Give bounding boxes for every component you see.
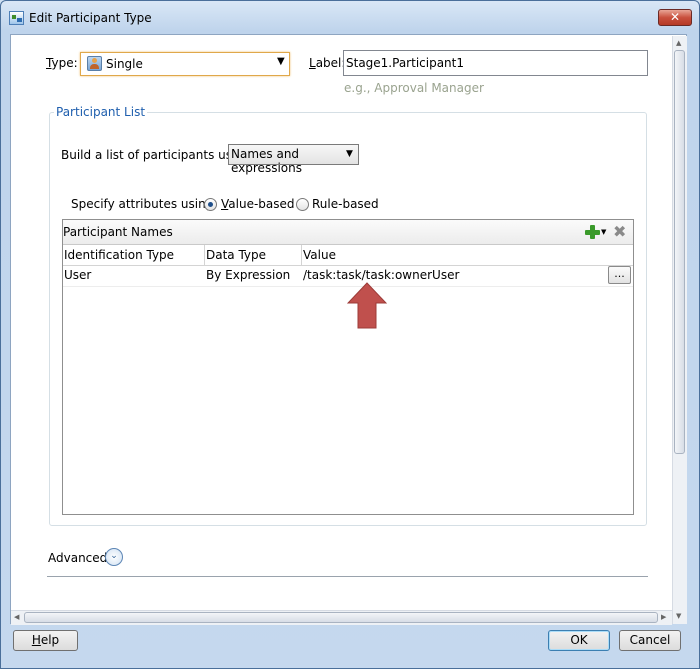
expression-builder-button[interactable]: ...: [608, 266, 631, 284]
scroll-right-icon[interactable]: ▶: [661, 613, 666, 621]
help-button[interactable]: Help: [13, 630, 78, 651]
dialog-title: Edit Participant Type: [29, 11, 152, 25]
column-header-value[interactable]: Value: [302, 245, 633, 265]
vertical-scroll-thumb[interactable]: [674, 50, 685, 454]
close-button[interactable]: ✕: [658, 9, 692, 26]
add-dropdown-caret-icon[interactable]: ▼: [601, 228, 606, 236]
scroll-up-icon[interactable]: ▲: [676, 39, 681, 47]
build-list-label: Build a list of participants using:: [61, 148, 255, 162]
cell-identification-type: User: [64, 268, 92, 282]
chevron-down-icon: ▼: [277, 56, 285, 67]
delete-icon[interactable]: ✖: [613, 223, 626, 240]
participant-names-title: Participant Names: [63, 225, 173, 239]
ok-button[interactable]: OK: [548, 630, 610, 651]
table-header: Identification Type Data Type Value: [63, 245, 633, 266]
participant-names-header: Participant Names ▼ ✖: [63, 220, 633, 245]
title-bar[interactable]: Edit Participant Type ✕: [1, 1, 699, 35]
specify-attributes-label: Specify attributes using:: [71, 197, 218, 211]
chevron-down-icon: ▼: [346, 149, 353, 159]
vertical-scrollbar[interactable]: ▲ ▼: [672, 36, 687, 624]
rule-based-radio[interactable]: [296, 198, 309, 211]
scroll-down-icon[interactable]: ▼: [676, 612, 681, 620]
column-header-identification-type[interactable]: Identification Type: [63, 245, 205, 265]
value-based-radio[interactable]: [204, 198, 217, 211]
participant-names-panel: Participant Names ▼ ✖ Identification Typ…: [62, 219, 634, 515]
horizontal-scroll-thumb[interactable]: [24, 612, 658, 623]
participant-list-title: Participant List: [54, 105, 148, 119]
person-icon: [87, 56, 102, 71]
type-label: Type:: [46, 56, 78, 70]
type-select[interactable]: Single ▼: [80, 52, 290, 76]
label-hint: e.g., Approval Manager: [344, 81, 484, 95]
app-icon: [9, 11, 24, 25]
expand-chevron-icon[interactable]: ⌄: [105, 548, 123, 566]
add-icon[interactable]: [584, 223, 602, 241]
cell-data-type: By Expression: [206, 268, 291, 282]
value-based-label[interactable]: Value-based: [221, 197, 295, 211]
column-header-data-type[interactable]: Data Type: [205, 245, 302, 265]
label-label: Label:: [309, 56, 346, 70]
advanced-label: Advanced:: [48, 551, 112, 565]
rule-based-label[interactable]: Rule-based: [312, 197, 379, 211]
label-input[interactable]: Stage1.Participant1: [343, 50, 648, 76]
build-list-select-value: Names and expressions: [231, 147, 302, 175]
advanced-divider: [47, 576, 648, 577]
annotation-arrow-icon: [347, 282, 387, 329]
build-list-select[interactable]: Names and expressions ▼: [228, 144, 359, 175]
type-select-value: Single: [106, 57, 143, 71]
horizontal-scrollbar[interactable]: ◀ ▶: [11, 610, 672, 625]
scroll-left-icon[interactable]: ◀: [14, 613, 19, 621]
label-input-value: Stage1.Participant1: [346, 56, 464, 70]
cancel-button[interactable]: Cancel: [619, 630, 681, 651]
